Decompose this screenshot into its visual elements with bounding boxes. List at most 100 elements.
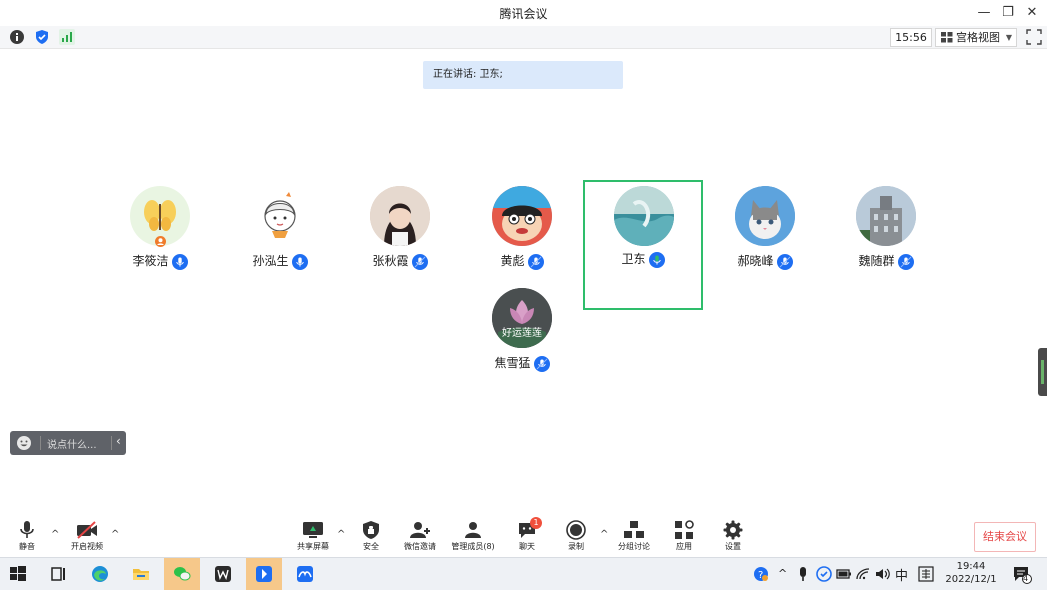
participant-tile[interactable]: 魏随群 bbox=[826, 182, 946, 312]
task-view-icon[interactable] bbox=[40, 558, 76, 590]
start-video-label: 开启视频 bbox=[71, 542, 103, 551]
help-icon[interactable]: ? bbox=[753, 566, 769, 582]
microphone-tray-icon[interactable] bbox=[797, 566, 809, 582]
battery-icon[interactable] bbox=[836, 567, 852, 581]
participant-name: 卫东 bbox=[585, 250, 701, 268]
clock-date: 2022/12/1 bbox=[945, 574, 997, 585]
notification-count: 4 bbox=[1023, 574, 1029, 583]
tray-expand-chevron-icon[interactable]: ^ bbox=[778, 567, 787, 580]
system-clock[interactable]: 19:44 2022/12/1 bbox=[942, 560, 1000, 586]
microphone-active-icon bbox=[533, 355, 550, 372]
kitten-avatar-icon bbox=[735, 186, 795, 246]
building-avatar-icon bbox=[856, 186, 916, 246]
share-screen-button[interactable]: 共享屏幕 bbox=[286, 520, 340, 552]
chat-input-bar[interactable]: 说点什么... ‹ bbox=[10, 431, 126, 455]
speaking-banner: 正在讲话: 卫东; bbox=[423, 61, 623, 89]
manage-members-label: 管理成员(8) bbox=[451, 542, 495, 551]
microphone-speaking-icon bbox=[648, 251, 665, 268]
record-icon bbox=[566, 520, 586, 540]
grid-icon bbox=[941, 32, 953, 43]
avatar-caption: 好运莲莲 bbox=[502, 328, 542, 339]
windows-taskbar: ? ^ 中 19:44 2022/12/1 4 bbox=[0, 557, 1047, 590]
divider bbox=[111, 436, 112, 450]
view-mode-dropdown[interactable]: 宫格视图 ▼ bbox=[935, 28, 1017, 47]
participant-tile[interactable]: 郝晓峰 bbox=[705, 182, 825, 312]
participant-tile[interactable]: 张秋霞 bbox=[340, 182, 460, 312]
wifi-icon[interactable] bbox=[856, 567, 870, 581]
window-title: 腾讯会议 bbox=[499, 7, 548, 21]
participant-name-text: 李筱洁 bbox=[132, 254, 169, 268]
apps-button[interactable]: 应用 bbox=[657, 520, 711, 552]
mute-button[interactable]: 静音 bbox=[0, 520, 54, 552]
security-tray-icon[interactable] bbox=[816, 566, 832, 582]
mute-options-chevron-icon[interactable]: ^ bbox=[51, 529, 59, 540]
side-panel-handle[interactable] bbox=[1038, 348, 1047, 396]
app-blue-icon[interactable] bbox=[246, 558, 282, 590]
fullscreen-icon[interactable] bbox=[1026, 29, 1042, 45]
participant-name: 焦雪猛 bbox=[462, 354, 582, 372]
add-user-icon bbox=[410, 522, 430, 538]
volume-icon[interactable] bbox=[875, 567, 891, 581]
participant-name-text: 孙泓生 bbox=[252, 254, 289, 268]
notification-icon[interactable] bbox=[1012, 564, 1032, 584]
collapse-chevron-icon[interactable]: ‹ bbox=[116, 434, 121, 448]
avatar bbox=[492, 186, 552, 246]
participant-name: 李筱洁 bbox=[100, 252, 220, 270]
meeting-time: 15:56 bbox=[890, 28, 932, 47]
file-explorer-icon[interactable] bbox=[123, 558, 159, 590]
cartoon-girl-avatar-icon bbox=[264, 192, 296, 238]
start-icon[interactable] bbox=[0, 558, 36, 590]
share-screen-label: 共享屏幕 bbox=[297, 542, 329, 551]
minimize-icon[interactable]: — bbox=[973, 3, 995, 23]
avatar bbox=[370, 186, 430, 246]
participant-name: 孙泓生 bbox=[220, 252, 340, 270]
participant-name: 黄彪 bbox=[462, 252, 582, 270]
chat-input-placeholder[interactable]: 说点什么... bbox=[47, 436, 97, 451]
tencent-meeting-icon[interactable] bbox=[287, 558, 323, 590]
cartoon-boy-avatar-icon bbox=[492, 186, 552, 246]
shield-icon[interactable] bbox=[34, 29, 50, 45]
keyboard-icon[interactable] bbox=[918, 566, 934, 582]
lotus-avatar-icon bbox=[492, 288, 552, 348]
manage-members-button[interactable]: 管理成员(8) bbox=[446, 520, 500, 552]
apps-label: 应用 bbox=[676, 542, 692, 551]
participant-name: 魏随群 bbox=[826, 252, 946, 270]
speaking-text: 正在讲话: 卫东; bbox=[433, 69, 503, 80]
participant-tile[interactable]: 好运莲莲 焦雪猛 bbox=[462, 284, 582, 414]
wps-icon[interactable] bbox=[205, 558, 241, 590]
mute-label: 静音 bbox=[19, 542, 35, 551]
avatar: 好运莲莲 bbox=[492, 288, 552, 348]
avatar bbox=[614, 186, 674, 246]
sea-wave-avatar-icon bbox=[614, 186, 674, 246]
breakout-rooms-button[interactable]: 分组讨论 bbox=[607, 520, 661, 552]
end-meeting-button[interactable]: 结束会议 bbox=[974, 522, 1036, 552]
participant-tile-active-speaker[interactable]: 卫东 bbox=[583, 180, 703, 310]
meeting-info-bar: 15:56 宫格视图 ▼ bbox=[0, 26, 1047, 49]
settings-label: 设置 bbox=[725, 542, 741, 551]
security-button[interactable]: 安全 bbox=[344, 520, 398, 552]
info-icon[interactable] bbox=[9, 29, 25, 45]
participant-tile[interactable]: 孙泓生 bbox=[220, 182, 340, 312]
participant-name: 郝晓峰 bbox=[705, 252, 825, 270]
record-label: 录制 bbox=[568, 542, 584, 551]
security-label: 安全 bbox=[363, 542, 379, 551]
edge-icon[interactable] bbox=[82, 558, 118, 590]
shield-icon bbox=[363, 521, 379, 539]
settings-button[interactable]: 设置 bbox=[706, 520, 760, 552]
emoji-icon[interactable] bbox=[16, 435, 32, 451]
close-icon[interactable]: ✕ bbox=[1021, 3, 1043, 23]
chat-button[interactable]: 1 聊天 bbox=[500, 517, 554, 552]
participant-name-text: 黄彪 bbox=[500, 254, 525, 268]
input-method-indicator[interactable]: 中 bbox=[895, 565, 908, 584]
wechat-invite-button[interactable]: 微信邀请 bbox=[393, 520, 447, 552]
microphone-icon bbox=[291, 253, 308, 270]
handle-grip bbox=[1041, 360, 1044, 384]
video-options-chevron-icon[interactable]: ^ bbox=[111, 529, 119, 540]
microphone-active-icon bbox=[776, 253, 793, 270]
start-video-button[interactable]: 开启视频 bbox=[60, 520, 114, 552]
restore-icon[interactable]: ❐ bbox=[997, 3, 1019, 23]
wechat-icon[interactable] bbox=[164, 558, 200, 590]
participant-tile[interactable]: 李筱洁 bbox=[100, 182, 220, 312]
record-button[interactable]: 录制 bbox=[549, 520, 603, 552]
signal-icon[interactable] bbox=[59, 29, 75, 45]
